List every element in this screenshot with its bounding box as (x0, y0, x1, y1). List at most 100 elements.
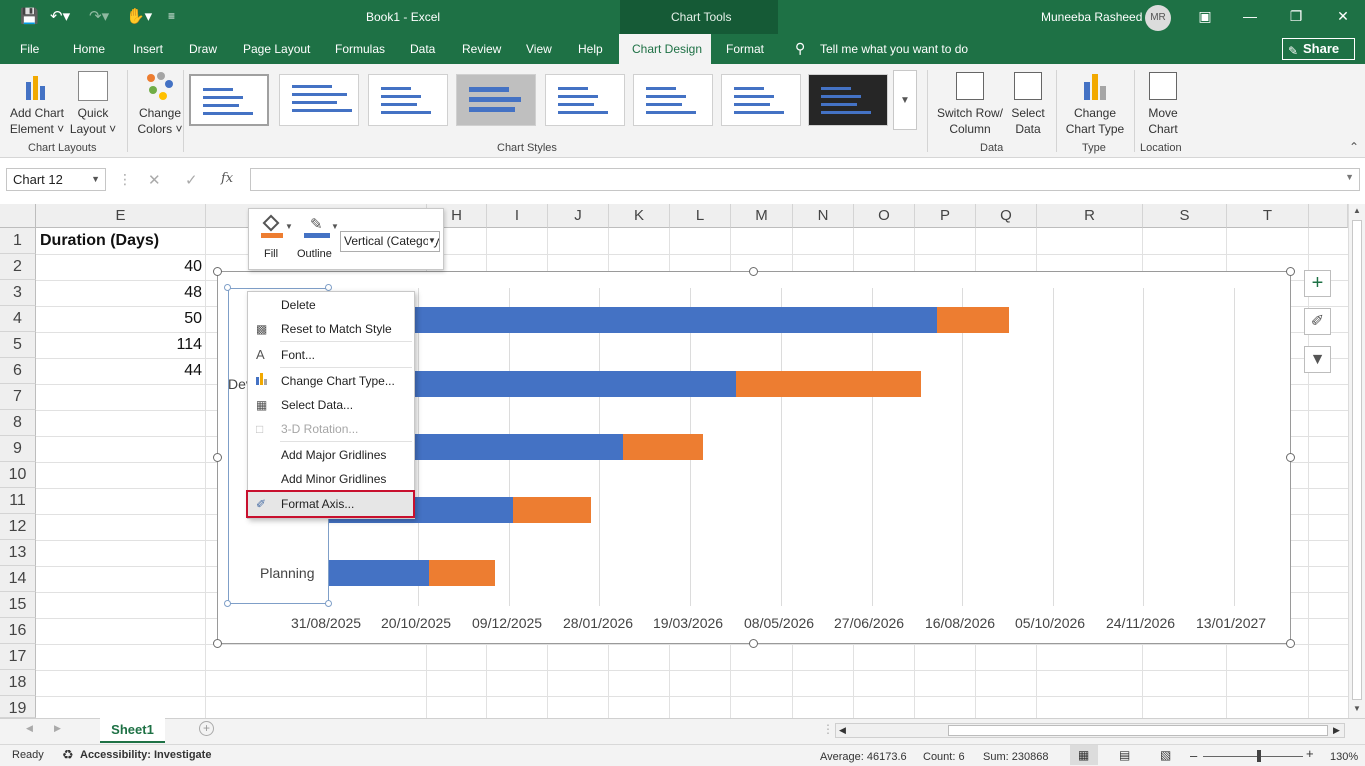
tab-formulas[interactable]: Formulas (335, 42, 385, 56)
resize-handle[interactable] (749, 267, 758, 276)
tab-file[interactable]: File (20, 42, 39, 56)
row-header[interactable]: 14 (0, 566, 36, 592)
chart-style-6[interactable] (633, 74, 713, 126)
fill-dropdown-icon[interactable]: ▼ (285, 222, 293, 231)
name-box[interactable]: Chart 12 ▼ (6, 168, 106, 191)
col-header-k[interactable]: K (609, 204, 670, 228)
cancel-icon[interactable]: ✕ (148, 171, 161, 189)
collapse-ribbon-icon[interactable]: ⌃ (1349, 140, 1359, 154)
enter-icon[interactable]: ✓ (185, 171, 198, 189)
col-header-n[interactable]: N (793, 204, 854, 228)
chart-style-2[interactable] (279, 74, 359, 126)
row-header[interactable]: 9 (0, 436, 36, 462)
select-data-button[interactable]: Select Data (1006, 105, 1050, 137)
change-chart-type-icon[interactable] (1082, 72, 1108, 100)
chart-styles-more-button[interactable]: ▼ (893, 70, 917, 130)
accessibility-status[interactable]: Accessibility: Investigate (80, 749, 211, 761)
col-header-t[interactable]: T (1227, 204, 1309, 228)
zoom-out-icon[interactable]: – (1190, 748, 1197, 763)
close-icon[interactable]: ✕ (1333, 6, 1353, 26)
resize-handle[interactable] (213, 453, 222, 462)
redo-icon[interactable]: ↷▾ (89, 7, 109, 25)
row-header[interactable]: 8 (0, 410, 36, 436)
tab-review[interactable]: Review (462, 42, 501, 56)
row-header[interactable]: 7 (0, 384, 36, 410)
col-header-o[interactable]: O (854, 204, 915, 228)
add-sheet-icon[interactable]: + (199, 721, 214, 736)
menu-item-add-minor-gridlines[interactable]: Add Minor Gridlines (248, 467, 414, 491)
horizontal-scroll-thumb[interactable] (948, 725, 1328, 736)
gantt-bar-duration-remaining[interactable] (735, 371, 921, 397)
fill-bucket-icon[interactable] (261, 214, 283, 238)
row-header[interactable]: 19 (0, 696, 36, 718)
tab-home[interactable]: Home (73, 42, 105, 56)
save-icon[interactable]: 💾 (20, 7, 39, 25)
ribbon-display-icon[interactable]: ▣ (1195, 6, 1215, 26)
cell-e3[interactable]: 48 (40, 284, 202, 302)
row-header[interactable]: 12 (0, 514, 36, 540)
gantt-bar-duration-remaining[interactable] (936, 307, 1010, 333)
row-header[interactable]: 11 (0, 488, 36, 514)
tell-me-search[interactable]: Tell me what you want to do (820, 42, 968, 56)
resize-handle[interactable] (1286, 453, 1295, 462)
zoom-in-icon[interactable]: + (1306, 746, 1314, 761)
select-data-icon[interactable] (1014, 72, 1042, 100)
menu-item-font[interactable]: A Font... (248, 343, 414, 367)
resize-handle[interactable] (1286, 267, 1295, 276)
tab-split-icon[interactable]: ⋮ (822, 722, 834, 736)
chart-element-select[interactable]: Vertical (Category) Axis (340, 231, 440, 252)
prev-sheet-icon[interactable]: ◀ (26, 723, 33, 734)
row-header[interactable]: 1 (0, 228, 36, 254)
gantt-bar-duration-remaining[interactable] (623, 434, 704, 460)
gantt-bar-duration-remaining[interactable] (512, 497, 591, 523)
page-layout-view-icon[interactable]: ▤ (1119, 748, 1130, 762)
switch-row-column-icon[interactable] (956, 72, 984, 100)
scroll-left-icon[interactable]: ◀ (839, 725, 846, 736)
col-header-r[interactable]: R (1037, 204, 1143, 228)
scroll-up-icon[interactable]: ▲ (1353, 206, 1361, 215)
scroll-down-icon[interactable]: ▼ (1353, 704, 1361, 713)
tab-draw[interactable]: Draw (189, 42, 217, 56)
tab-data[interactable]: Data (410, 42, 435, 56)
menu-item-delete[interactable]: Delete (248, 293, 414, 317)
avatar[interactable]: MR (1145, 5, 1171, 31)
chart-style-8[interactable] (808, 74, 888, 126)
zoom-slider[interactable] (1203, 756, 1303, 757)
status-sum[interactable]: Sum: 230868 (983, 751, 1048, 763)
col-header-q[interactable]: Q (976, 204, 1037, 228)
chart-style-1[interactable] (189, 74, 269, 126)
gantt-bar-duration-elapsed[interactable] (328, 560, 430, 586)
switch-row-column-button[interactable]: Switch Row/Column (934, 105, 1006, 137)
col-header-p[interactable]: P (915, 204, 976, 228)
add-chart-element-icon[interactable] (24, 72, 52, 102)
menu-item-change-chart-type[interactable]: Change Chart Type... (248, 369, 414, 393)
tab-format[interactable]: Format (726, 42, 764, 56)
gantt-bar-duration-remaining[interactable] (429, 560, 495, 586)
col-header-m[interactable]: M (731, 204, 793, 228)
status-average[interactable]: Average: 46173.6 (820, 751, 907, 763)
gantt-bar-duration-elapsed[interactable] (328, 307, 937, 333)
outline-pen-icon[interactable]: ✎ (304, 215, 330, 238)
minimize-icon[interactable]: — (1240, 6, 1260, 26)
tab-chart-design[interactable]: Chart Design (632, 42, 702, 56)
formula-input[interactable]: ▼ (250, 168, 1360, 191)
chart-style-4[interactable] (456, 74, 536, 126)
chart-style-5[interactable] (545, 74, 625, 126)
row-header[interactable]: 4 (0, 306, 36, 332)
row-header[interactable]: 13 (0, 540, 36, 566)
cell-e4[interactable]: 50 (40, 310, 202, 328)
resize-handle[interactable] (213, 267, 222, 276)
row-header[interactable]: 18 (0, 670, 36, 696)
chart-style-3[interactable] (368, 74, 448, 126)
chart-element-dropdown-icon[interactable]: ▼ (428, 236, 436, 245)
vertical-scroll-thumb[interactable] (1352, 220, 1362, 700)
expand-formula-icon[interactable]: ▼ (1345, 172, 1354, 182)
next-sheet-icon[interactable]: ▶ (54, 723, 61, 734)
palette-icon[interactable] (145, 72, 175, 102)
menu-item-reset-style[interactable]: ▩ Reset to Match Style (248, 317, 414, 341)
resize-handle[interactable] (749, 639, 758, 648)
touch-mode-icon[interactable]: ✋▾ (126, 7, 152, 25)
restore-icon[interactable]: ❐ (1286, 6, 1306, 26)
scroll-right-icon[interactable]: ▶ (1333, 725, 1340, 736)
chart-style-7[interactable] (721, 74, 801, 126)
